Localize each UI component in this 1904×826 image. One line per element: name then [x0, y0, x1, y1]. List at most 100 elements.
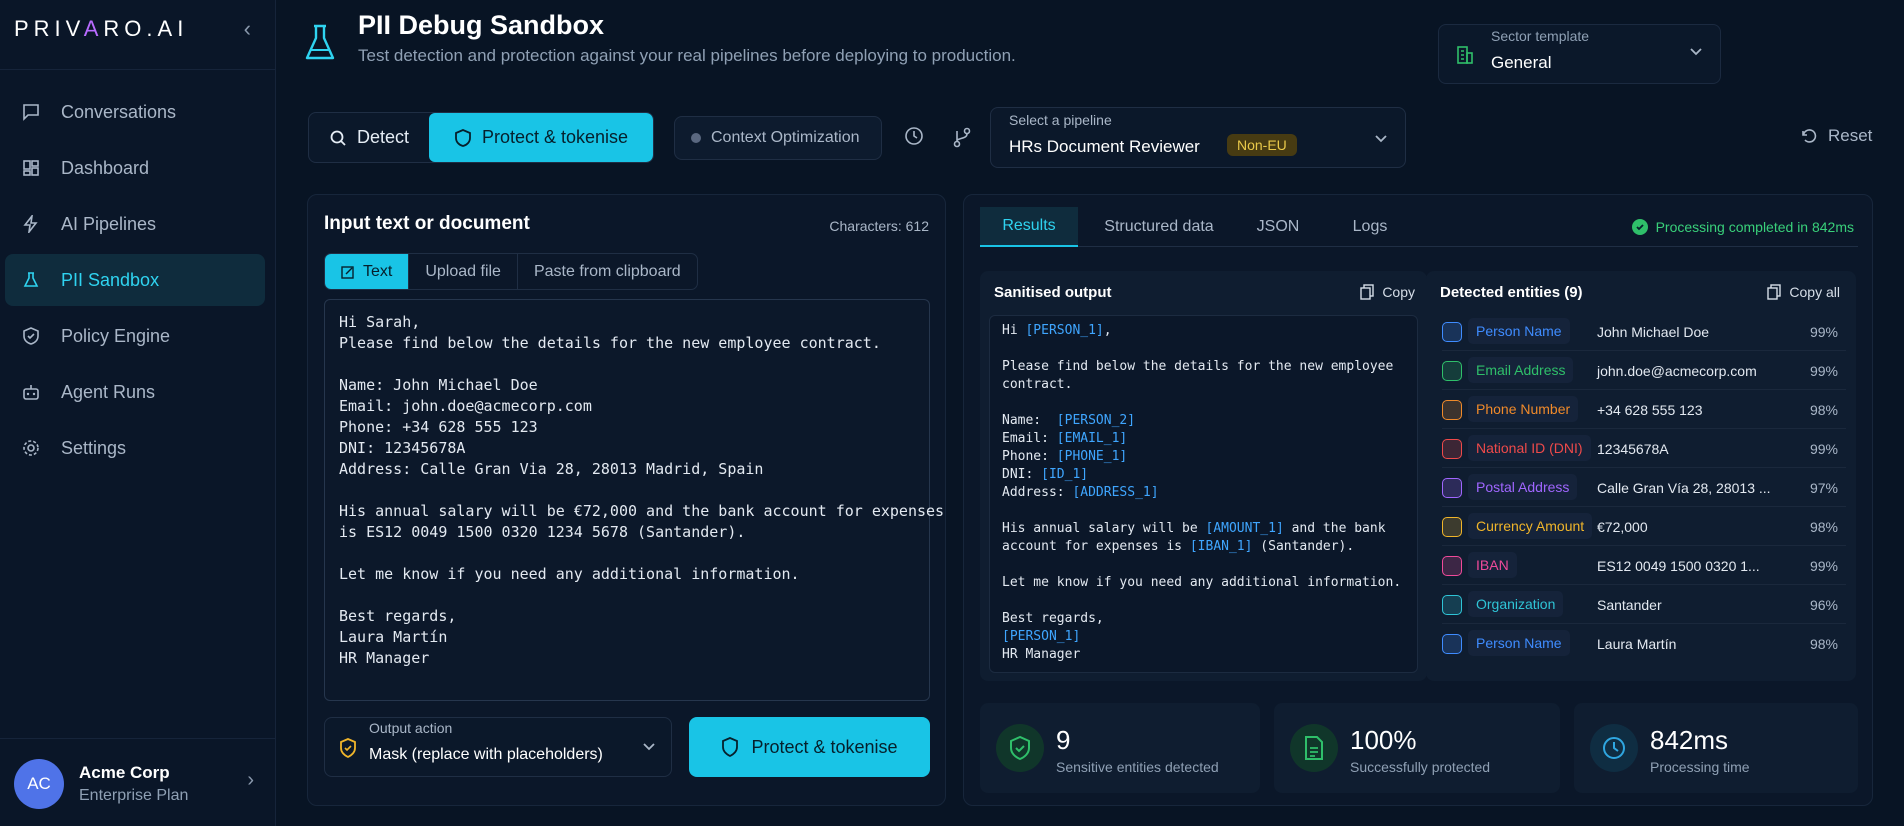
reset-button[interactable]: Reset — [1800, 126, 1872, 146]
pipeline-select[interactable]: Select a pipeline HRs Document Reviewer … — [990, 107, 1406, 168]
entity-type: National ID (DNI) — [1468, 435, 1591, 461]
entity-confidence: 99% — [1809, 324, 1838, 340]
tab-paste-clipboard[interactable]: Paste from clipboard — [518, 254, 697, 289]
entity-confidence: 98% — [1809, 402, 1838, 418]
detect-label: Detect — [357, 127, 410, 147]
sanitised-output-text[interactable]: Hi [PERSON_1], Please find below the deta… — [989, 315, 1418, 673]
context-optimization-toggle[interactable]: Context Optimization — [674, 116, 882, 160]
account-switcher[interactable]: AC Acme Corp Enterprise Plan › — [0, 738, 276, 826]
sector-template-select[interactable]: Sector template General — [1438, 24, 1721, 84]
account-plan: Enterprise Plan — [79, 787, 189, 804]
entity-type: Person Name — [1468, 630, 1570, 656]
context-optimization-label: Context Optimization — [711, 129, 860, 146]
mode-toggle: Detect Protect & tokenise — [308, 112, 655, 163]
sanitised-text: DNI: — [1002, 467, 1042, 482]
entity-row[interactable]: Person Name John Michael Doe 99% — [1442, 313, 1846, 351]
tab-upload-file[interactable]: Upload file — [409, 254, 518, 289]
copy-button[interactable]: Copy — [1360, 284, 1415, 300]
sanitised-line: DNI: [ID_1] — [1002, 466, 1405, 484]
stat-label: Successfully protected — [1350, 759, 1491, 775]
entity-value: Laura Martín — [1597, 636, 1677, 652]
robot-icon — [21, 382, 41, 402]
entity-type: Currency Amount — [1468, 513, 1593, 539]
tab-text[interactable]: Text — [325, 254, 410, 289]
sanitised-text: HR Manager — [1002, 647, 1081, 662]
input-textarea[interactable]: Hi Sarah, Please find below the details … — [324, 299, 944, 701]
sidebar-item-pii-sandbox[interactable]: PII Sandbox — [5, 254, 265, 306]
sidebar-item-policy-engine[interactable]: Policy Engine — [5, 310, 265, 362]
entity-row[interactable]: Currency Amount €72,000 98% — [1442, 508, 1846, 546]
collapse-sidebar-icon[interactable]: ‹ — [244, 16, 251, 42]
history-icon[interactable] — [904, 126, 924, 151]
search-icon — [330, 130, 346, 146]
protect-tokenise-label: Protect & tokenise — [481, 127, 629, 147]
entity-row[interactable]: Postal Address Calle Gran Vía 28, 28013 .… — [1442, 469, 1846, 507]
entity-row[interactable]: Person Name Laura Martín 98% — [1442, 625, 1846, 663]
sanitised-line: Please find below the details for the ne… — [1002, 358, 1405, 376]
tab-logs[interactable]: Logs — [1330, 207, 1410, 247]
sidebar-item-conversations[interactable]: Conversations — [5, 86, 265, 138]
sanitised-text: Hi — [1002, 323, 1026, 338]
tab-structured-data[interactable]: Structured data — [1085, 207, 1233, 247]
entity-confidence: 99% — [1809, 441, 1838, 457]
placeholder-token: [AMOUNT_1] — [1205, 521, 1284, 536]
sidebar-item-label: Settings — [61, 437, 127, 458]
tab-json[interactable]: JSON — [1238, 207, 1318, 247]
git-branch-icon[interactable] — [951, 126, 973, 153]
sanitised-line: Name: [PERSON_2] — [1002, 412, 1405, 430]
sanitised-line: His annual salary will be [AMOUNT_1] and… — [1002, 520, 1405, 538]
sanitised-text: , — [1103, 323, 1112, 338]
sidebar-item-label: PII Sandbox — [61, 269, 160, 290]
sanitised-text: Address: — [1002, 485, 1073, 500]
entity-row[interactable]: National ID (DNI) 12345678A 99% — [1442, 430, 1846, 468]
tab-text-label: Text — [363, 262, 393, 280]
entity-type: Person Name — [1468, 318, 1570, 344]
output-action-select[interactable]: Output action Mask (replace with placeho… — [324, 717, 672, 777]
sanitised-text: Email: — [1002, 431, 1057, 446]
copy-all-button[interactable]: Copy all — [1767, 284, 1840, 300]
logo-row: PRIVARO.AI ‹ — [0, 0, 275, 70]
sidebar-item-dashboard[interactable]: Dashboard — [5, 142, 265, 194]
results-panel: Results Structured data JSON Logs Proces… — [963, 194, 1873, 806]
stat-value: 100% — [1350, 725, 1417, 755]
placeholder-token: [IBAN_1] — [1189, 539, 1253, 554]
check-circle-icon — [1631, 219, 1648, 235]
reset-label: Reset — [1828, 126, 1873, 145]
avatar: AC — [14, 759, 64, 809]
detect-button[interactable]: Detect — [309, 113, 429, 162]
building-icon — [1455, 45, 1475, 70]
entity-row[interactable]: IBAN ES12 0049 1500 0320 1... 99% — [1442, 547, 1846, 585]
sanitised-line: HR Manager — [1002, 646, 1405, 664]
page-title: PII Debug Sandbox — [358, 10, 605, 40]
tab-results[interactable]: Results — [980, 207, 1078, 247]
protect-tokenise-mode-button[interactable]: Protect & tokenise — [429, 113, 654, 162]
sidebar-item-ai-pipelines[interactable]: AI Pipelines — [5, 198, 265, 250]
sanitised-text: contract. — [1002, 377, 1073, 392]
bolt-icon — [21, 214, 41, 234]
entity-row[interactable]: Email Address john.doe@acmecorp.com 99% — [1442, 352, 1846, 390]
entity-value: +34 628 555 123 — [1597, 402, 1703, 418]
sanitised-line — [1002, 394, 1405, 412]
sidebar-item-settings[interactable]: Settings — [5, 422, 265, 474]
input-panel-title: Input text or document — [324, 213, 530, 234]
sanitised-line: Let me know if you need any additional i… — [1002, 574, 1405, 592]
input-panel: Input text or document Characters: 612 T… — [307, 194, 946, 806]
entity-value: ES12 0049 1500 0320 1... — [1597, 558, 1760, 574]
sanitised-line: account for expenses is [IBAN_1] (Santan… — [1002, 538, 1405, 556]
pipeline-value: HRs Document Reviewer — [1009, 137, 1200, 156]
sanitised-text: account for expenses is — [1002, 539, 1190, 554]
entity-type: Postal Address — [1468, 474, 1578, 500]
entity-value: 12345678A — [1597, 441, 1669, 457]
sector-template-label: Sector template — [1491, 28, 1590, 44]
entity-value: john.doe@acmecorp.com — [1597, 363, 1757, 379]
sidebar-item-agent-runs[interactable]: Agent Runs — [5, 366, 265, 418]
entity-confidence: 98% — [1809, 636, 1838, 652]
reset-icon — [1802, 129, 1817, 143]
account-name: Acme Corp — [79, 763, 170, 782]
entity-confidence: 99% — [1809, 558, 1838, 574]
entity-row[interactable]: Organization Santander 96% — [1442, 586, 1846, 624]
stat-label: Processing time — [1650, 759, 1750, 775]
protect-tokenise-button[interactable]: Protect & tokenise — [689, 717, 930, 777]
sector-template-value: General — [1491, 53, 1552, 72]
entity-row[interactable]: Phone Number +34 628 555 123 98% — [1442, 391, 1846, 429]
